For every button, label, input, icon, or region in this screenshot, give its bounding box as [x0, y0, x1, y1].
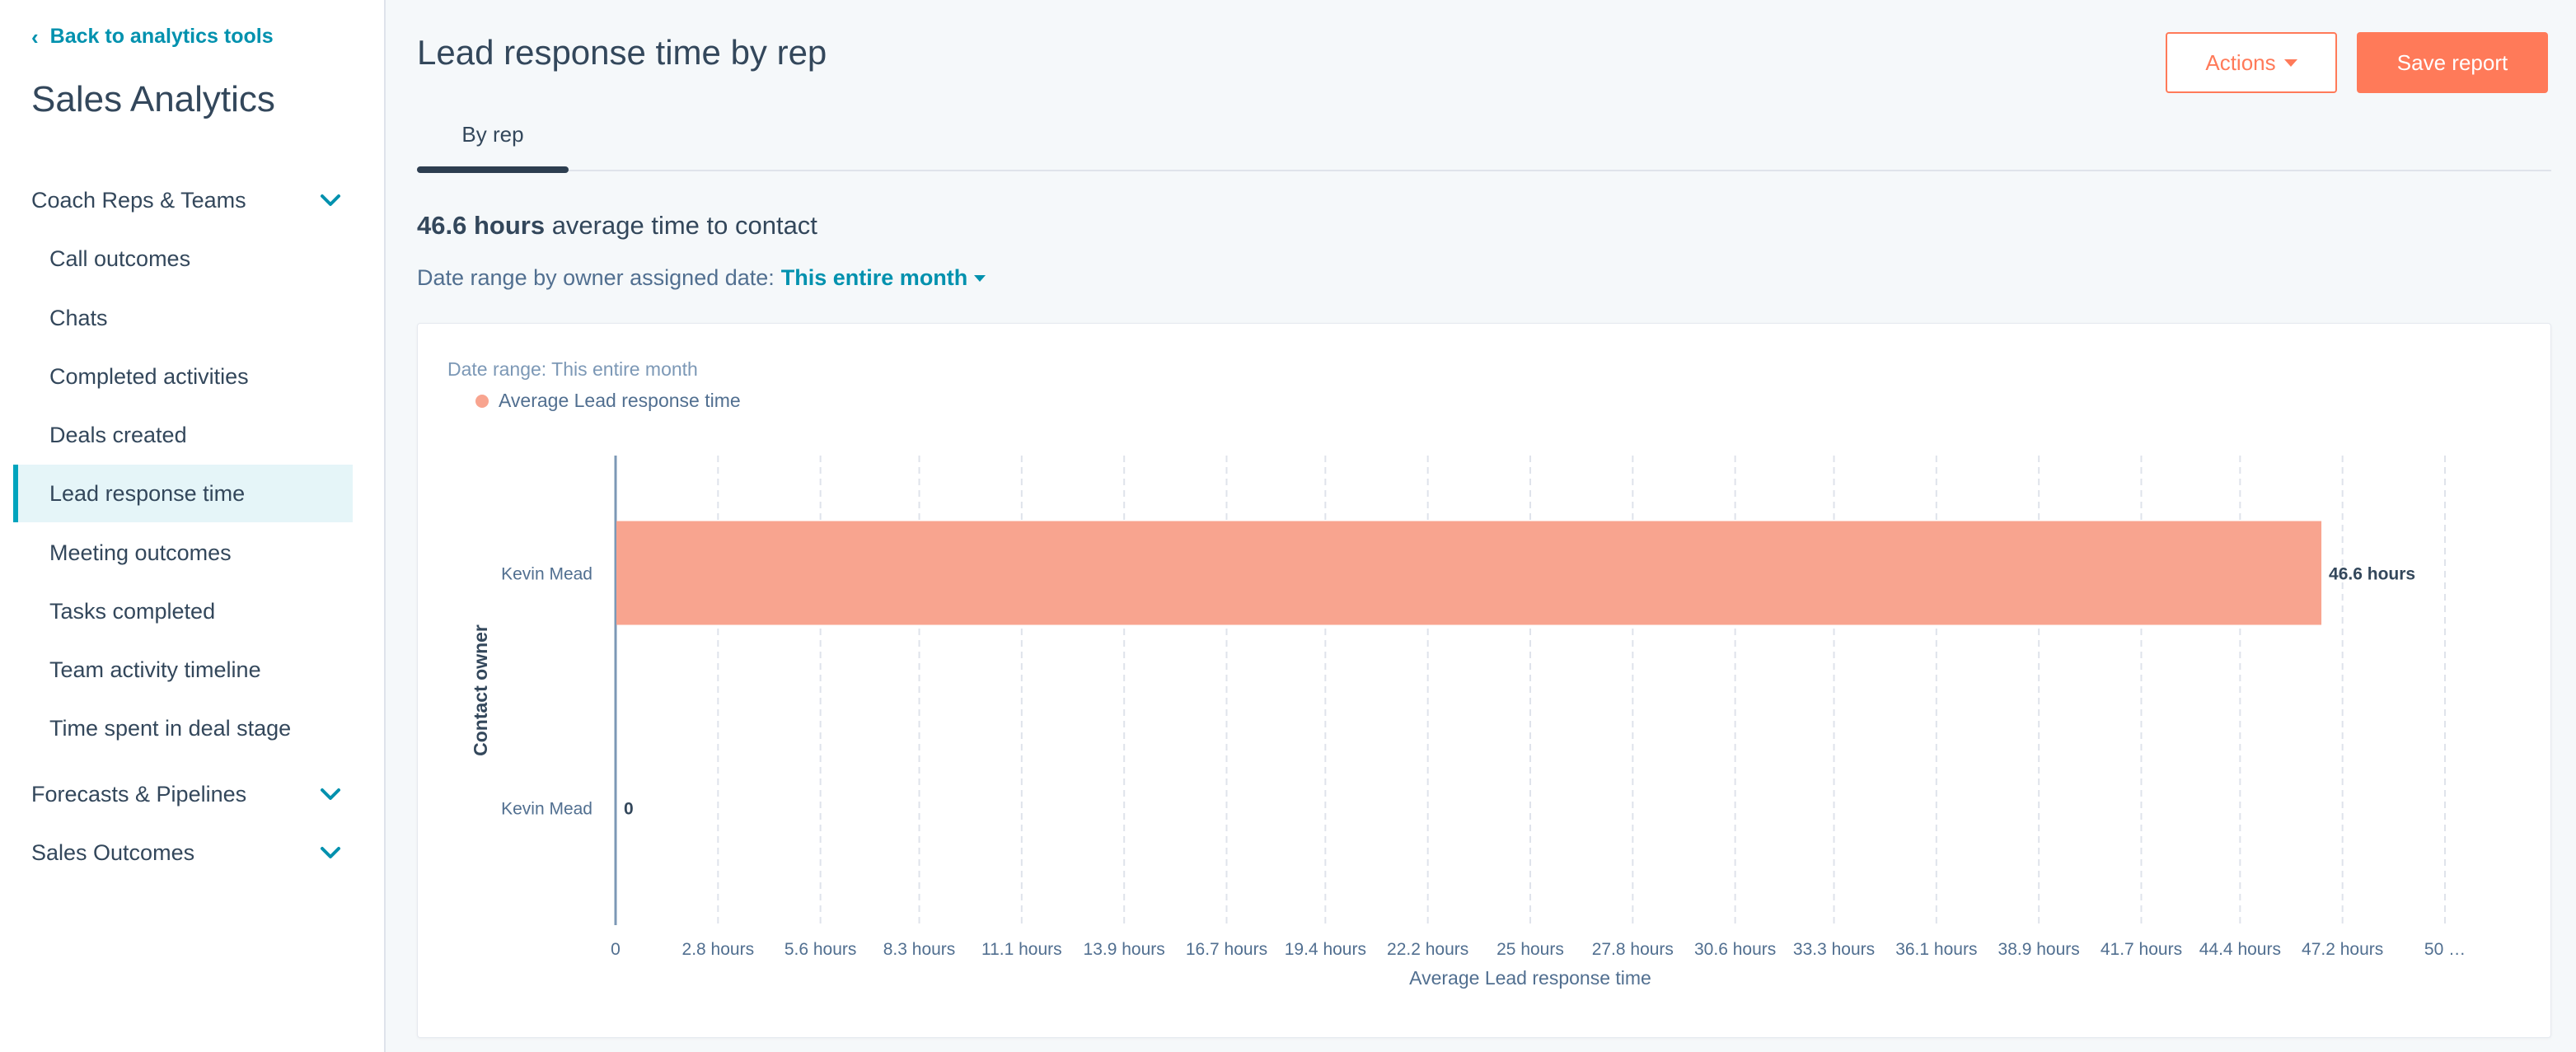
chevron-down-icon: [316, 780, 344, 808]
tabs-divider: [417, 170, 2551, 171]
x-tick-label: 27.8 hours: [1592, 940, 1674, 959]
x-tick-label: 25 hours: [1496, 940, 1564, 959]
actions-label: Actions: [2205, 49, 2276, 75]
sidebar-item-label: Lead response time: [49, 480, 246, 506]
back-link-label: Back to analytics tools: [49, 25, 274, 48]
x-tick-label: 0: [611, 940, 621, 959]
sidebar-item-label: Team activity timeline: [49, 657, 261, 682]
x-tick-label: 13.9 hours: [1084, 940, 1165, 959]
caret-down-icon: [974, 274, 986, 282]
bar-chart: 0 2.8 hours 5.6 hours 8.3 hours 11.1 hours 13…: [470, 456, 2466, 989]
sidebar-item-lead-response-time[interactable]: Lead response time: [13, 465, 353, 522]
x-tick-label: 50 …: [2424, 940, 2466, 959]
sidebar-item-label: Call outcomes: [49, 245, 191, 271]
page-title: Lead response time by rep: [417, 33, 827, 72]
nav-group-label: Sales Outcomes: [31, 839, 195, 865]
sidebar-item-call-outcomes[interactable]: Call outcomes: [13, 230, 353, 288]
x-axis-title: Average Lead response time: [1409, 967, 1651, 989]
x-tick-label: 38.9 hours: [1998, 940, 2080, 959]
x-tick-label: 47.2 hours: [2302, 940, 2383, 959]
sidebar-item-chats[interactable]: Chats: [13, 289, 353, 347]
y-category-label: Kevin Mead: [501, 800, 592, 819]
x-tick-label: 5.6 hours: [785, 940, 857, 959]
report-card: Date range: This entire month Average Le…: [417, 323, 2551, 1038]
y-category-label: Kevin Mead: [501, 565, 592, 584]
sidebar-item-deals-created[interactable]: Deals created: [13, 406, 353, 464]
sidebar-item-team-activity-timeline[interactable]: Team activity timeline: [13, 641, 353, 699]
x-tick-label: 22.2 hours: [1387, 940, 1468, 959]
date-range-filter: Date range by owner assigned date: This …: [417, 265, 986, 291]
x-tick-label: 16.7 hours: [1186, 940, 1267, 959]
summary-value: 46.6 hours: [417, 211, 546, 240]
sidebar-item-label: Deals created: [49, 422, 187, 447]
sidebar-item-label: Time spent in deal stage: [49, 715, 292, 741]
back-to-analytics-link[interactable]: ‹ Back to analytics tools: [31, 25, 274, 49]
sidebar-item-label: Chats: [49, 305, 108, 330]
x-tick-label: 41.7 hours: [2101, 940, 2182, 959]
date-range-dropdown[interactable]: This entire month: [781, 265, 986, 291]
chevron-up-icon: [316, 186, 344, 214]
y-axis-title: Contact owner: [470, 624, 491, 756]
x-tick-label: 30.6 hours: [1694, 940, 1776, 959]
bar: [616, 521, 2322, 625]
app-title: Sales Analytics: [31, 79, 275, 119]
x-tick-label: 11.1 hours: [981, 940, 1062, 959]
x-tick-label: 36.1 hours: [1895, 940, 1977, 959]
sidebar-item-label: Tasks completed: [49, 598, 216, 624]
bar-value-label: 46.6 hours: [2329, 565, 2415, 584]
sidebar-item-time-spent-in-deal-stage[interactable]: Time spent in deal stage: [13, 699, 353, 757]
x-tick-label: 33.3 hours: [1793, 940, 1875, 959]
sidebar-item-meeting-outcomes[interactable]: Meeting outcomes: [13, 524, 353, 582]
sidebar-item-label: Meeting outcomes: [49, 540, 232, 565]
nav-group-sales-outcomes[interactable]: Sales Outcomes: [31, 832, 344, 873]
x-tick-label: 8.3 hours: [883, 940, 956, 959]
nav-group-coach-reps-teams[interactable]: Coach Reps & Teams: [31, 180, 344, 221]
x-tick-label: 2.8 hours: [682, 940, 755, 959]
chevron-left-icon: ‹: [31, 24, 39, 49]
active-tab-indicator: [417, 166, 569, 173]
summary-stat: 46.6 hours average time to contact: [417, 211, 817, 241]
sidebar-item-completed-activities[interactable]: Completed activities: [13, 348, 353, 405]
summary-text: average time to contact: [551, 211, 817, 240]
sidebar-item-label: Completed activities: [49, 363, 249, 389]
date-range-label: Date range by owner assigned date:: [417, 265, 775, 290]
sidebar: ‹ Back to analytics tools Sales Analytic…: [0, 0, 386, 1052]
nav-group-forecasts-pipelines[interactable]: Forecasts & Pipelines: [31, 774, 344, 815]
actions-button[interactable]: Actions: [2166, 32, 2337, 93]
main-content: Lead response time by rep Actions Save r…: [387, 0, 2576, 1052]
caret-down-icon: [2283, 58, 2297, 67]
nav-group-label: Forecasts & Pipelines: [31, 781, 247, 807]
save-report-button[interactable]: Save report: [2357, 32, 2548, 93]
nav-group-label: Coach Reps & Teams: [31, 187, 246, 213]
x-tick-label: 44.4 hours: [2199, 940, 2281, 959]
bar-value-label: 0: [624, 800, 634, 819]
chevron-down-icon: [316, 839, 344, 867]
sidebar-item-tasks-completed[interactable]: Tasks completed: [13, 582, 353, 640]
date-range-value: This entire month: [780, 265, 968, 290]
x-tick-label: 19.4 hours: [1285, 940, 1366, 959]
